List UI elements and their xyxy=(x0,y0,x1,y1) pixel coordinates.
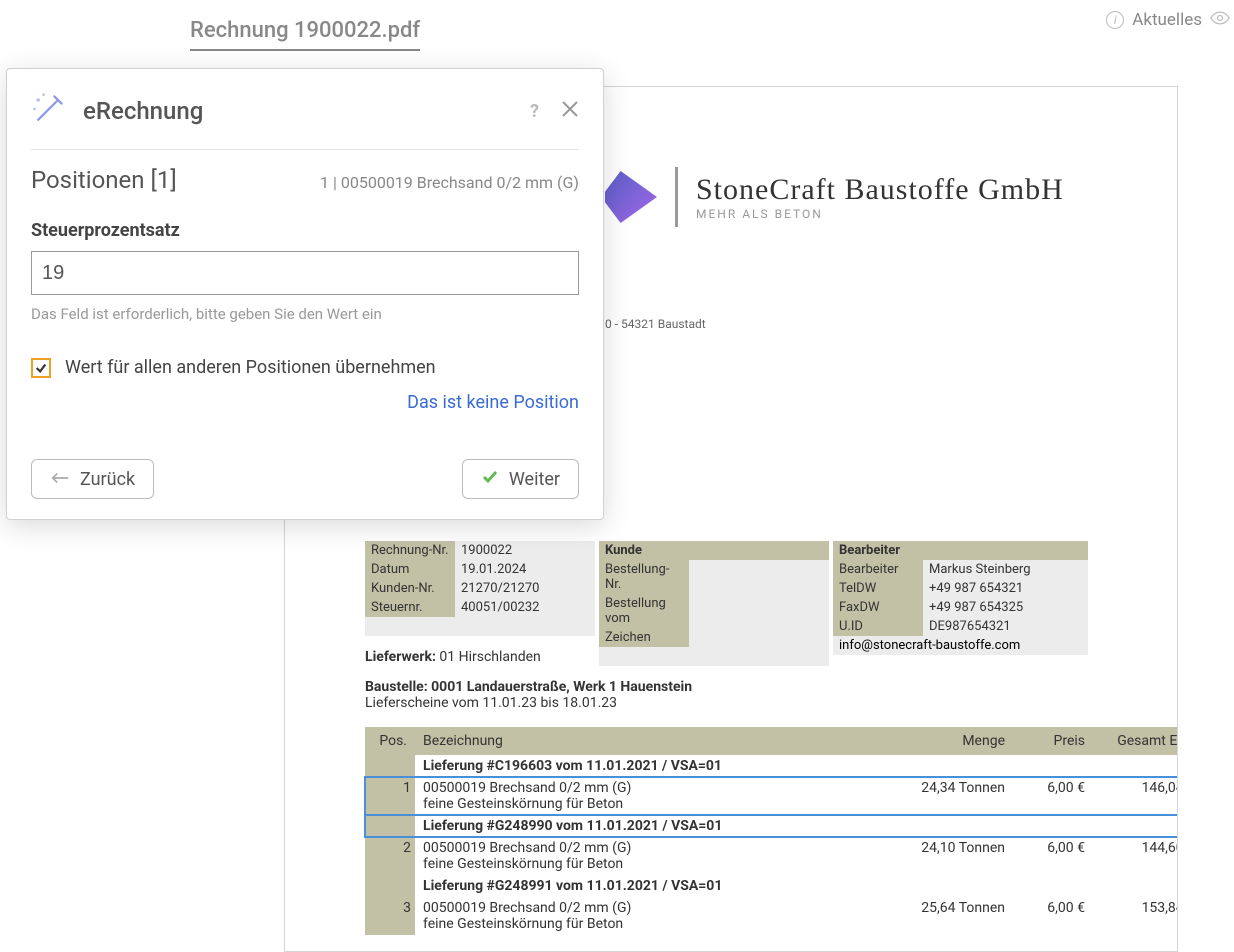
positions-title: Positionen [1] xyxy=(31,166,177,194)
close-icon[interactable] xyxy=(561,100,579,122)
apply-all-checkbox[interactable] xyxy=(31,358,51,378)
news-label[interactable]: Aktuelles xyxy=(1132,10,1202,30)
item-row: 3 00500019 Brechsand 0/2 mm (G)feine Ges… xyxy=(365,897,1178,935)
item-row: 1 00500019 Brechsand 0/2 mm (G)feine Ges… xyxy=(365,777,1178,815)
modal-title: eRechnung xyxy=(83,97,203,125)
positions-subtitle: 1 | 00500019 Brechsand 0/2 mm (G) xyxy=(320,173,579,192)
apply-all-label: Wert für allen anderen Positionen überne… xyxy=(65,357,436,378)
address-fragment: 0 - 54321 Baustadt xyxy=(605,317,706,331)
check-icon xyxy=(481,468,499,491)
delivery-header: Lieferung #C196603 vom 11.01.2021 / VSA=… xyxy=(365,755,1178,777)
delivery-header: Lieferung #G248991 vom 11.01.2021 / VSA=… xyxy=(365,875,1178,897)
not-position-link[interactable]: Das ist keine Position xyxy=(407,392,579,413)
next-button[interactable]: Weiter xyxy=(462,459,579,499)
info-icon[interactable]: i xyxy=(1106,11,1124,29)
back-button[interactable]: Zurück xyxy=(31,459,154,499)
tax-rate-label: Steuerprozentsatz xyxy=(31,220,579,241)
arrow-left-icon xyxy=(50,469,70,490)
company-header: StoneCraft Baustoffe GmbH Mehr als Beton xyxy=(605,167,1064,227)
company-name: StoneCraft Baustoffe GmbH xyxy=(696,173,1064,207)
baustelle: Baustelle: 0001 Landauerstraße, Werk 1 H… xyxy=(365,679,692,711)
wand-icon xyxy=(31,91,67,131)
eye-icon[interactable] xyxy=(1210,8,1230,32)
company-logo-mark xyxy=(605,171,657,223)
lieferwerk: Lieferwerk: 01 Hirschlanden xyxy=(365,649,541,665)
erechnung-modal: eRechnung ? Positionen [1] 1 | 00500019 … xyxy=(6,68,604,520)
field-hint: Das Feld ist erforderlich, bitte geben S… xyxy=(31,305,579,323)
topbar-actions: i Aktuelles xyxy=(1106,8,1230,32)
delivery-header: Lieferung #G248990 vom 11.01.2021 / VSA=… xyxy=(365,815,1178,837)
logo-divider xyxy=(675,167,678,227)
topbar: Rechnung 1900022.pdf i Aktuelles xyxy=(0,0,1234,60)
help-icon[interactable]: ? xyxy=(530,101,539,122)
meta-tables: Rechnung-Nr.1900022Datum19.01.2024Kunden… xyxy=(365,541,1175,666)
tax-rate-input[interactable] xyxy=(31,251,579,295)
page-title: Rechnung 1900022.pdf xyxy=(190,18,420,51)
company-tagline: Mehr als Beton xyxy=(696,207,1064,221)
item-row: 2 00500019 Brechsand 0/2 mm (G)feine Ges… xyxy=(365,837,1178,875)
items-table: Pos. Bezeichnung Menge Preis Gesamt EUR … xyxy=(365,727,1178,935)
